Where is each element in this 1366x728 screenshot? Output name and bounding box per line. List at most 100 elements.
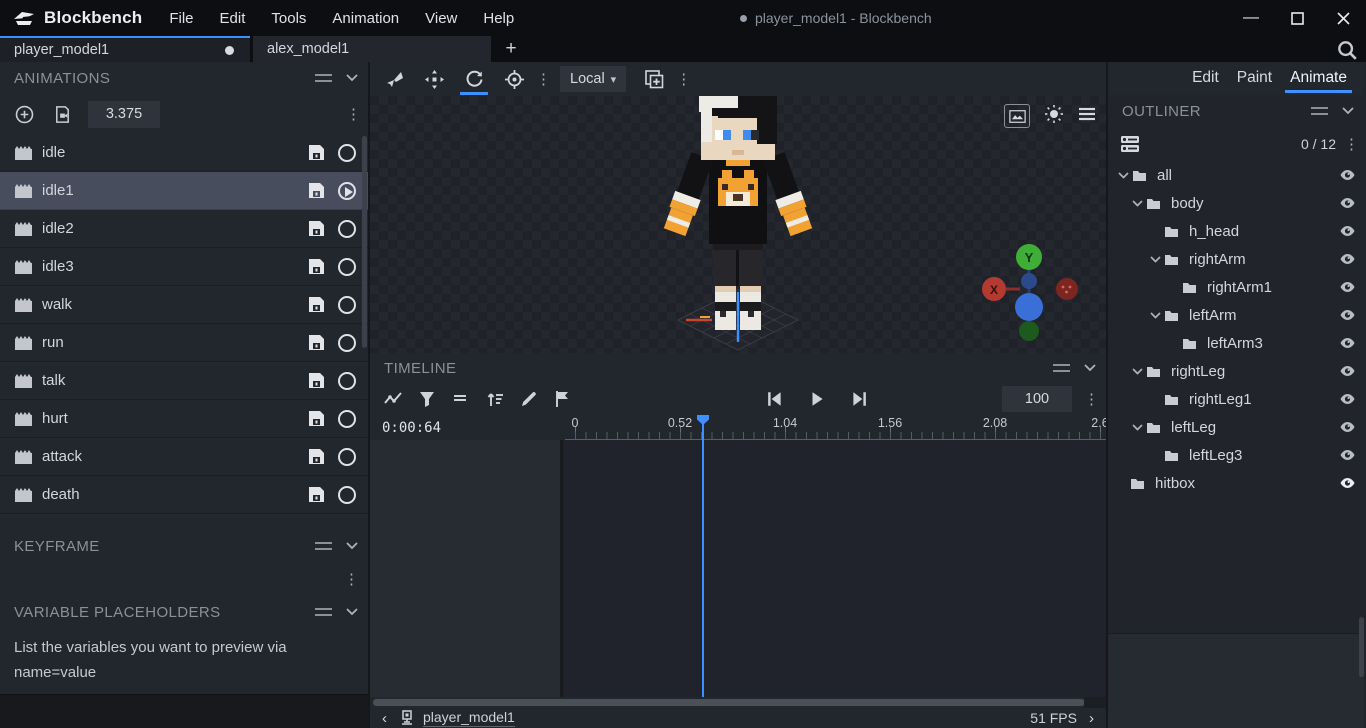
save-animation-icon[interactable]: [308, 144, 325, 161]
background-image-button[interactable]: [1004, 104, 1030, 128]
play-animation-toggle[interactable]: [338, 372, 356, 390]
animation-row[interactable]: idle2: [0, 210, 368, 248]
save-animation-icon[interactable]: [308, 220, 325, 237]
rotate-tool-button[interactable]: [456, 64, 492, 94]
sort-channels-button[interactable]: [480, 385, 510, 413]
outliner-node[interactable]: leftArm3: [1108, 329, 1364, 357]
save-animation-icon[interactable]: [308, 372, 325, 389]
visibility-toggle[interactable]: [1339, 168, 1356, 182]
play-animation-toggle[interactable]: [338, 296, 356, 314]
close-button[interactable]: [1320, 0, 1366, 36]
timeline-more-button[interactable]: ⋮: [1084, 392, 1098, 407]
timeline-hscrollbar[interactable]: [370, 697, 1106, 708]
animation-row[interactable]: run: [0, 324, 368, 362]
tab-animate[interactable]: Animate: [1283, 65, 1354, 93]
play-button[interactable]: [802, 385, 832, 413]
bake-keyframes-button[interactable]: [446, 385, 476, 413]
marker-button[interactable]: [548, 385, 578, 413]
outliner-scrollbar[interactable]: [1359, 617, 1364, 677]
animation-row[interactable]: idle3: [0, 248, 368, 286]
outliner-node[interactable]: h_head: [1108, 217, 1364, 245]
graph-editor-button[interactable]: [378, 385, 408, 413]
keyframe-more-button[interactable]: ⋮: [344, 572, 358, 587]
play-animation-toggle[interactable]: [338, 220, 356, 238]
panel-drag-icon[interactable]: [315, 74, 332, 82]
visibility-toggle[interactable]: [1339, 364, 1356, 378]
animation-snap-input[interactable]: 3.375: [88, 101, 160, 128]
save-animation-icon[interactable]: [308, 258, 325, 275]
visibility-toggle[interactable]: [1339, 196, 1356, 210]
outliner-node[interactable]: hitbox: [1108, 469, 1364, 497]
visibility-toggle[interactable]: [1339, 392, 1356, 406]
save-animation-icon[interactable]: [308, 410, 325, 427]
tab-edit[interactable]: Edit: [1185, 65, 1226, 93]
collapse-panel-button[interactable]: [1342, 107, 1354, 115]
outliner-node[interactable]: rightArm: [1108, 245, 1364, 273]
ruler-track[interactable]: 0 0.52 1.04 1.56 2.08 2.6: [565, 415, 1106, 440]
minimize-button[interactable]: —: [1228, 0, 1274, 36]
animation-row[interactable]: hurt: [0, 400, 368, 438]
play-animation-toggle[interactable]: [338, 334, 356, 352]
save-animation-icon[interactable]: [308, 448, 325, 465]
outliner-node[interactable]: all: [1108, 161, 1364, 189]
pivot-tool-button[interactable]: [496, 64, 532, 94]
animation-row[interactable]: death: [0, 476, 368, 514]
load-animation-file-button[interactable]: [50, 102, 74, 126]
add-animation-button[interactable]: [12, 102, 36, 126]
expand-toggle[interactable]: [1146, 256, 1164, 263]
animation-row[interactable]: walk: [0, 286, 368, 324]
visibility-toggle[interactable]: [1339, 476, 1356, 490]
shading-button[interactable]: [1044, 104, 1064, 128]
save-animation-icon[interactable]: [308, 182, 325, 199]
tab-player-model1[interactable]: player_model1: [0, 36, 250, 62]
outliner-node[interactable]: leftArm: [1108, 301, 1364, 329]
menu-help[interactable]: Help: [470, 4, 527, 33]
tab-paint[interactable]: Paint: [1230, 65, 1279, 93]
search-button[interactable]: [1336, 39, 1358, 61]
timeline-ruler[interactable]: 0:00:64 0 0.52 1.04 1.56 2.08 2.6: [370, 415, 1106, 440]
expand-toggle[interactable]: [1128, 424, 1146, 431]
play-animation-toggle[interactable]: [338, 410, 356, 428]
panel-drag-icon[interactable]: [315, 608, 332, 616]
timeline-tracks[interactable]: [563, 440, 1106, 697]
play-animation-toggle[interactable]: [338, 144, 356, 162]
instance-model-button[interactable]: [636, 64, 672, 94]
hscrollbar-thumb[interactable]: [373, 699, 1085, 706]
visibility-toggle[interactable]: [1339, 420, 1356, 434]
toolbar-more-button[interactable]: ⋮: [676, 72, 690, 87]
menu-tools[interactable]: Tools: [258, 4, 319, 33]
move-tool-button[interactable]: [416, 64, 452, 94]
status-model-name[interactable]: player_model1: [423, 709, 515, 727]
animation-row[interactable]: idle: [0, 134, 368, 172]
outliner-node[interactable]: body: [1108, 189, 1364, 217]
collapse-panel-button[interactable]: [346, 542, 358, 550]
jump-to-end-button[interactable]: [844, 385, 874, 413]
play-animation-toggle[interactable]: [338, 258, 356, 276]
save-animation-icon[interactable]: [308, 334, 325, 351]
variable-placeholders-textarea[interactable]: [0, 694, 368, 728]
menu-animation[interactable]: Animation: [319, 4, 412, 33]
status-prev-button[interactable]: ‹: [378, 710, 391, 727]
menu-view[interactable]: View: [412, 4, 470, 33]
animation-row[interactable]: attack: [0, 438, 368, 476]
expand-toggle[interactable]: [1128, 368, 1146, 375]
panel-drag-icon[interactable]: [315, 542, 332, 550]
viewport-menu-button[interactable]: [1078, 107, 1096, 125]
visibility-toggle[interactable]: [1339, 224, 1356, 238]
visibility-toggle[interactable]: [1339, 280, 1356, 294]
select-tool-button[interactable]: [376, 64, 412, 94]
save-animation-icon[interactable]: [308, 296, 325, 313]
expand-toggle[interactable]: [1128, 200, 1146, 207]
play-animation-toggle[interactable]: [338, 448, 356, 466]
panel-drag-icon[interactable]: [1053, 364, 1070, 372]
outliner-node[interactable]: rightArm1: [1108, 273, 1364, 301]
menu-file[interactable]: File: [156, 4, 206, 33]
save-animation-icon[interactable]: [308, 486, 325, 503]
outliner-node[interactable]: rightLeg1: [1108, 385, 1364, 413]
outliner-more-button[interactable]: ⋮: [1344, 137, 1358, 152]
animations-more-button[interactable]: ⋮: [346, 107, 360, 122]
collapse-panel-button[interactable]: [346, 608, 358, 616]
play-animation-toggle[interactable]: [338, 182, 356, 200]
orientation-gizmo[interactable]: Y X: [982, 243, 1078, 343]
visibility-toggle[interactable]: [1339, 336, 1356, 350]
